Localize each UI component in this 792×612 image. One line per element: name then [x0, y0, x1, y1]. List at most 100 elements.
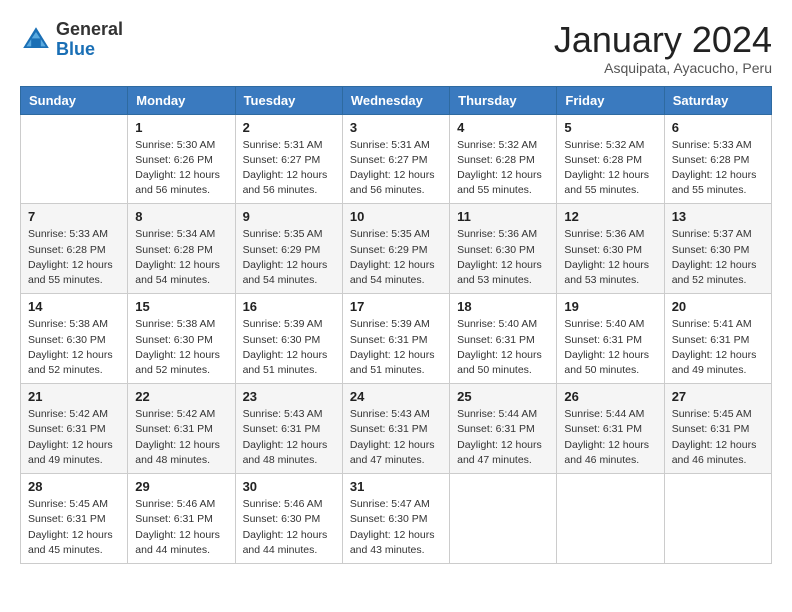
logo: General Blue: [20, 20, 123, 60]
day-info: Sunrise: 5:35 AM Sunset: 6:29 PM Dayligh…: [350, 227, 442, 288]
title-block: January 2024 Asquipata, Ayacucho, Peru: [554, 20, 772, 76]
day-info: Sunrise: 5:38 AM Sunset: 6:30 PM Dayligh…: [28, 317, 120, 378]
calendar-cell: [557, 474, 664, 564]
day-number: 3: [350, 120, 442, 135]
calendar-week-4: 21 Sunrise: 5:42 AM Sunset: 6:31 PM Dayli…: [21, 384, 772, 474]
calendar-cell: 16 Sunrise: 5:39 AM Sunset: 6:30 PM Dayli…: [235, 294, 342, 384]
logo-blue-text: Blue: [56, 39, 95, 59]
day-number: 5: [564, 120, 656, 135]
day-info: Sunrise: 5:47 AM Sunset: 6:30 PM Dayligh…: [350, 497, 442, 558]
calendar-cell: 27 Sunrise: 5:45 AM Sunset: 6:31 PM Dayli…: [664, 384, 771, 474]
calendar-week-2: 7 Sunrise: 5:33 AM Sunset: 6:28 PM Daylig…: [21, 204, 772, 294]
calendar-cell: 3Sunrise: 5:31 AM Sunset: 6:27 PM Daylig…: [342, 114, 449, 204]
day-number: 23: [243, 389, 335, 404]
col-header-sunday: Sunday: [21, 86, 128, 114]
day-number: 30: [243, 479, 335, 494]
col-header-saturday: Saturday: [664, 86, 771, 114]
day-number: 10: [350, 209, 442, 224]
day-info: Sunrise: 5:40 AM Sunset: 6:31 PM Dayligh…: [564, 317, 656, 378]
day-info: Sunrise: 5:46 AM Sunset: 6:30 PM Dayligh…: [243, 497, 335, 558]
day-info: Sunrise: 5:36 AM Sunset: 6:30 PM Dayligh…: [457, 227, 549, 288]
calendar-cell: 25Sunrise: 5:44 AM Sunset: 6:31 PM Dayli…: [450, 384, 557, 474]
day-info: Sunrise: 5:45 AM Sunset: 6:31 PM Dayligh…: [672, 407, 764, 468]
calendar-cell: 18 Sunrise: 5:40 AM Sunset: 6:31 PM Dayli…: [450, 294, 557, 384]
logo-general-text: General: [56, 19, 123, 39]
calendar-cell: 22 Sunrise: 5:42 AM Sunset: 6:31 PM Dayli…: [128, 384, 235, 474]
calendar-cell: 5 Sunrise: 5:32 AM Sunset: 6:28 PM Daylig…: [557, 114, 664, 204]
day-info: Sunrise: 5:32 AM Sunset: 6:28 PM Dayligh…: [564, 138, 656, 199]
day-info: Sunrise: 5:34 AM Sunset: 6:28 PM Dayligh…: [135, 227, 227, 288]
day-info: Sunrise: 5:32 AM Sunset: 6:28 PM Dayligh…: [457, 138, 549, 199]
day-number: 19: [564, 299, 656, 314]
day-number: 16: [243, 299, 335, 314]
calendar-cell: 24 Sunrise: 5:43 AM Sunset: 6:31 PM Dayli…: [342, 384, 449, 474]
calendar-cell: 15 Sunrise: 5:38 AM Sunset: 6:30 PM Dayli…: [128, 294, 235, 384]
calendar-cell: [664, 474, 771, 564]
col-header-monday: Monday: [128, 86, 235, 114]
calendar-cell: 14 Sunrise: 5:38 AM Sunset: 6:30 PM Dayli…: [21, 294, 128, 384]
day-number: 28: [28, 479, 120, 494]
calendar-cell: 21Sunrise: 5:42 AM Sunset: 6:31 PM Dayli…: [21, 384, 128, 474]
day-info: Sunrise: 5:43 AM Sunset: 6:31 PM Dayligh…: [243, 407, 335, 468]
day-number: 20: [672, 299, 764, 314]
month-title: January 2024: [554, 20, 772, 60]
day-number: 6: [672, 120, 764, 135]
day-number: 22: [135, 389, 227, 404]
calendar-cell: 26Sunrise: 5:44 AM Sunset: 6:31 PM Dayli…: [557, 384, 664, 474]
day-number: 15: [135, 299, 227, 314]
day-number: 4: [457, 120, 549, 135]
day-info: Sunrise: 5:36 AM Sunset: 6:30 PM Dayligh…: [564, 227, 656, 288]
day-number: 11: [457, 209, 549, 224]
day-number: 21: [28, 389, 120, 404]
day-number: 18: [457, 299, 549, 314]
calendar-cell: 29 Sunrise: 5:46 AM Sunset: 6:31 PM Dayli…: [128, 474, 235, 564]
day-number: 17: [350, 299, 442, 314]
calendar-week-3: 14 Sunrise: 5:38 AM Sunset: 6:30 PM Dayli…: [21, 294, 772, 384]
calendar-cell: 17 Sunrise: 5:39 AM Sunset: 6:31 PM Dayli…: [342, 294, 449, 384]
day-info: Sunrise: 5:43 AM Sunset: 6:31 PM Dayligh…: [350, 407, 442, 468]
day-info: Sunrise: 5:40 AM Sunset: 6:31 PM Dayligh…: [457, 317, 549, 378]
calendar-cell: 30 Sunrise: 5:46 AM Sunset: 6:30 PM Dayli…: [235, 474, 342, 564]
day-number: 14: [28, 299, 120, 314]
day-info: Sunrise: 5:42 AM Sunset: 6:31 PM Dayligh…: [135, 407, 227, 468]
day-number: 13: [672, 209, 764, 224]
calendar-cell: 12 Sunrise: 5:36 AM Sunset: 6:30 PM Dayli…: [557, 204, 664, 294]
day-info: Sunrise: 5:33 AM Sunset: 6:28 PM Dayligh…: [28, 227, 120, 288]
day-info: Sunrise: 5:45 AM Sunset: 6:31 PM Dayligh…: [28, 497, 120, 558]
logo-icon: [20, 24, 52, 56]
day-info: Sunrise: 5:46 AM Sunset: 6:31 PM Dayligh…: [135, 497, 227, 558]
day-number: 24: [350, 389, 442, 404]
day-number: 29: [135, 479, 227, 494]
day-number: 25: [457, 389, 549, 404]
day-info: Sunrise: 5:38 AM Sunset: 6:30 PM Dayligh…: [135, 317, 227, 378]
day-number: 12: [564, 209, 656, 224]
calendar-cell: 23 Sunrise: 5:43 AM Sunset: 6:31 PM Dayli…: [235, 384, 342, 474]
day-info: Sunrise: 5:31 AM Sunset: 6:27 PM Dayligh…: [243, 138, 335, 199]
calendar-cell: 4 Sunrise: 5:32 AM Sunset: 6:28 PM Daylig…: [450, 114, 557, 204]
day-number: 7: [28, 209, 120, 224]
day-info: Sunrise: 5:39 AM Sunset: 6:31 PM Dayligh…: [350, 317, 442, 378]
day-number: 26: [564, 389, 656, 404]
col-header-thursday: Thursday: [450, 86, 557, 114]
day-number: 31: [350, 479, 442, 494]
day-info: Sunrise: 5:37 AM Sunset: 6:30 PM Dayligh…: [672, 227, 764, 288]
page-header: General Blue January 2024 Asquipata, Aya…: [20, 20, 772, 76]
day-info: Sunrise: 5:33 AM Sunset: 6:28 PM Dayligh…: [672, 138, 764, 199]
day-number: 9: [243, 209, 335, 224]
calendar-week-5: 28 Sunrise: 5:45 AM Sunset: 6:31 PM Dayli…: [21, 474, 772, 564]
day-number: 1: [135, 120, 227, 135]
calendar-cell: [450, 474, 557, 564]
calendar-cell: 8Sunrise: 5:34 AM Sunset: 6:28 PM Daylig…: [128, 204, 235, 294]
day-info: Sunrise: 5:41 AM Sunset: 6:31 PM Dayligh…: [672, 317, 764, 378]
calendar-cell: 13 Sunrise: 5:37 AM Sunset: 6:30 PM Dayli…: [664, 204, 771, 294]
day-info: Sunrise: 5:35 AM Sunset: 6:29 PM Dayligh…: [243, 227, 335, 288]
calendar-table: SundayMondayTuesdayWednesdayThursdayFrid…: [20, 86, 772, 564]
calendar-cell: 28 Sunrise: 5:45 AM Sunset: 6:31 PM Dayli…: [21, 474, 128, 564]
calendar-cell: 1Sunrise: 5:30 AM Sunset: 6:26 PM Daylig…: [128, 114, 235, 204]
day-number: 27: [672, 389, 764, 404]
day-info: Sunrise: 5:39 AM Sunset: 6:30 PM Dayligh…: [243, 317, 335, 378]
calendar-cell: 6 Sunrise: 5:33 AM Sunset: 6:28 PM Daylig…: [664, 114, 771, 204]
calendar-cell: 9 Sunrise: 5:35 AM Sunset: 6:29 PM Daylig…: [235, 204, 342, 294]
calendar-cell: 7 Sunrise: 5:33 AM Sunset: 6:28 PM Daylig…: [21, 204, 128, 294]
calendar-cell: 20 Sunrise: 5:41 AM Sunset: 6:31 PM Dayli…: [664, 294, 771, 384]
